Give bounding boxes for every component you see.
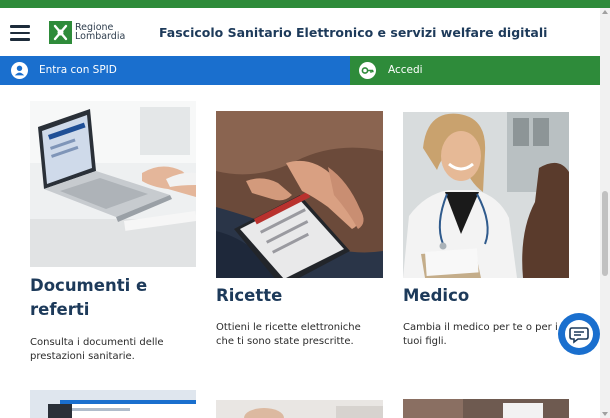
spid-login-button[interactable]: Entra con SPID <box>0 56 350 85</box>
next-card-image-3[interactable] <box>403 399 569 418</box>
ricette-card-image[interactable] <box>216 111 383 278</box>
scroll-up-arrow-icon[interactable] <box>602 10 608 14</box>
medico-card-title[interactable]: Medico <box>403 284 573 308</box>
ricette-desc-line-2: che ti sono state prescritte. <box>216 336 354 347</box>
documenti-card-image[interactable] <box>30 101 196 267</box>
chat-bubble-icon <box>565 320 593 348</box>
medico-desc-line-1: Cambia il medico per te o per i <box>403 322 558 333</box>
documenti-desc-line-2: prestazioni sanitarie. <box>30 351 135 362</box>
documenti-desc-line-1: Consulta i documenti delle <box>30 337 164 348</box>
accedi-button[interactable]: Accedi <box>350 56 600 85</box>
documenti-title-line-1: Documenti e <box>30 276 148 295</box>
spid-login-label: Entra con SPID <box>39 64 117 76</box>
scroll-down-arrow-icon[interactable] <box>602 412 608 416</box>
ricette-desc-line-1: Ottieni le ricette elettroniche <box>216 322 361 333</box>
ricette-card-title[interactable]: Ricette <box>216 284 386 308</box>
documenti-card-description: Consulta i documenti delle prestazioni s… <box>30 336 200 364</box>
medico-card-image[interactable] <box>403 112 569 278</box>
medico-card-description: Cambia il medico per te o per i tuoi fig… <box>403 321 573 349</box>
top-accent-band <box>0 0 610 8</box>
documenti-card-title[interactable]: Documenti e referti <box>30 274 200 322</box>
page: Regione Lombardia Fascicolo Sanitario El… <box>0 0 610 418</box>
documenti-title-line-2: referti <box>30 300 90 319</box>
key-icon <box>359 62 376 79</box>
chat-button[interactable] <box>558 313 600 355</box>
site-title[interactable]: Fascicolo Sanitario Elettronico e serviz… <box>159 25 547 40</box>
site-header: Regione Lombardia Fascicolo Sanitario El… <box>0 8 600 56</box>
accedi-label: Accedi <box>388 64 423 76</box>
vertical-scrollbar[interactable] <box>600 8 610 418</box>
user-icon <box>11 62 28 79</box>
scrollbar-thumb[interactable] <box>602 191 608 276</box>
ricette-card-description: Ottieni le ricette elettroniche che ti s… <box>216 321 386 349</box>
next-card-image-2[interactable] <box>216 400 383 418</box>
hamburger-menu-icon[interactable] <box>10 25 30 41</box>
logo-line-2: Lombardia <box>75 31 126 42</box>
regione-lombardia-logo[interactable] <box>49 21 72 44</box>
next-card-image-1[interactable] <box>30 390 196 418</box>
medico-desc-line-2: tuoi figli. <box>403 336 447 347</box>
logo-wordmark: Regione Lombardia <box>75 23 126 42</box>
